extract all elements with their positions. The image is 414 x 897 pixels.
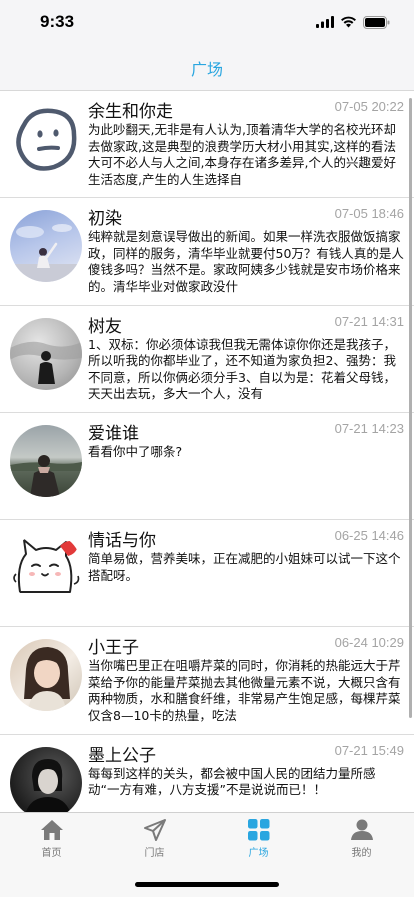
post-content: 每每到这样的关头，都会被中国人民的团结力量所感动“一方有难，八方支援”不是说说而…	[88, 765, 376, 798]
post-author: 爱谁谁	[88, 423, 139, 444]
avatar[interactable]	[10, 532, 82, 605]
post-author: 墨上公子	[88, 745, 156, 766]
tab-store-label: 门店	[144, 848, 165, 859]
avatar[interactable]	[10, 210, 82, 283]
grid-icon	[247, 819, 269, 841]
lake-photo-icon	[10, 454, 82, 497]
post-time: 06-24 10:29	[334, 635, 404, 651]
post-content: 看看你中了哪条?	[88, 443, 183, 459]
tab-square-label: 广场	[248, 848, 269, 859]
tab-home-label: 首页	[41, 848, 62, 859]
tab-mine-label: 我的	[351, 848, 372, 859]
avatar[interactable]	[10, 746, 82, 812]
sky-photo-icon	[10, 224, 82, 283]
status-time: 9:33	[40, 12, 75, 31]
post-item[interactable]: 墨上公子 07-21 15:49 每每到这样的关头，都会被中国人民的团结力量所感…	[0, 735, 414, 812]
post-content: 纯粹就是刻意误导做出的新闻。如果一样洗衣服做饭搞家政，同样的服务，清华毕业就要付…	[88, 229, 404, 294]
home-indicator[interactable]	[135, 882, 279, 887]
avatar[interactable]	[10, 317, 82, 390]
send-icon	[143, 819, 166, 841]
home-icon	[40, 820, 63, 840]
post-author: 树友	[88, 316, 122, 337]
avatar[interactable]	[10, 639, 82, 712]
post-content: 1、双标：你必须体谅我但我无需体谅你你还是我孩子，所以听我的你都毕业了，还不知道…	[88, 336, 396, 402]
cat-cartoon-icon	[13, 539, 80, 594]
post-item[interactable]: 小王子 06-24 10:29 当你嘴巴里正在咀嚼芹菜的同时，你消耗的热能远大于…	[0, 627, 414, 735]
status-icons	[316, 14, 390, 30]
post-time: 07-21 15:49	[334, 742, 404, 758]
doodle-face-icon	[16, 108, 77, 171]
post-time: 06-25 14:46	[334, 528, 404, 544]
post-time: 07-05 20:22	[334, 99, 404, 114]
nav-bar: 广场	[0, 44, 414, 91]
post-item[interactable]: 爱谁谁 07-21 14:23 看看你中了哪条?	[0, 413, 414, 521]
post-time: 07-21 14:23	[334, 420, 404, 436]
post-item[interactable]: 初染 07-05 18:46 纯粹就是刻意误导做出的新闻。如果一样洗衣服做饭搞家…	[0, 198, 414, 306]
tab-store[interactable]: 门店	[103, 819, 206, 869]
post-list[interactable]: 余生和你走 07-05 20:22 为此吵翻天,无非是有人认为,顶着清华大学的名…	[0, 91, 414, 812]
page-title: 广场	[190, 60, 223, 79]
avatar[interactable]	[10, 424, 82, 497]
post-time: 07-21 14:31	[334, 313, 404, 329]
portrait-photo-icon	[24, 647, 70, 712]
post-content: 当你嘴巴里正在咀嚼芹菜的同时，你消耗的热能远大于芹菜给予你的能量芹菜抛去其他微量…	[88, 658, 401, 723]
battery-icon	[363, 15, 390, 29]
person-icon	[350, 819, 373, 840]
avatar[interactable]	[10, 103, 82, 175]
post-author: 初染	[88, 209, 122, 230]
post-item[interactable]: 情话与你 06-25 14:46 简单易做，营养美味，正在减肥的小姐妹可以试一下…	[0, 520, 414, 628]
post-author: 情话与你	[88, 531, 156, 552]
post-author: 余生和你走	[88, 102, 173, 122]
post-item[interactable]: 树友 07-21 14:31 1、双标：你必须体谅我但我无需体谅你你还是我孩子，…	[0, 306, 414, 413]
post-author: 小王子	[88, 638, 139, 659]
dark-portrait-icon	[25, 758, 71, 812]
post-content: 简单易做，营养美味，正在减肥的小姐妹可以试一下这个搭配呀。	[88, 551, 401, 583]
post-time: 07-05 18:46	[334, 206, 404, 222]
status-bar: 9:33	[0, 0, 414, 44]
tab-square[interactable]: 广场	[207, 819, 310, 869]
scroll-indicator[interactable]	[409, 98, 412, 718]
post-item[interactable]: 余生和你走 07-05 20:22 为此吵翻天,无非是有人认为,顶着清华大学的名…	[0, 91, 414, 199]
tab-mine[interactable]: 我的	[310, 819, 413, 869]
wifi-icon	[341, 16, 356, 28]
post-content: 为此吵翻天,无非是有人认为,顶着清华大学的名校光环却去做家政,这是典型的浪费学历…	[88, 122, 396, 187]
bw-photo-icon	[10, 341, 82, 384]
tab-home[interactable]: 首页	[0, 819, 103, 869]
signal-icon	[316, 16, 334, 28]
